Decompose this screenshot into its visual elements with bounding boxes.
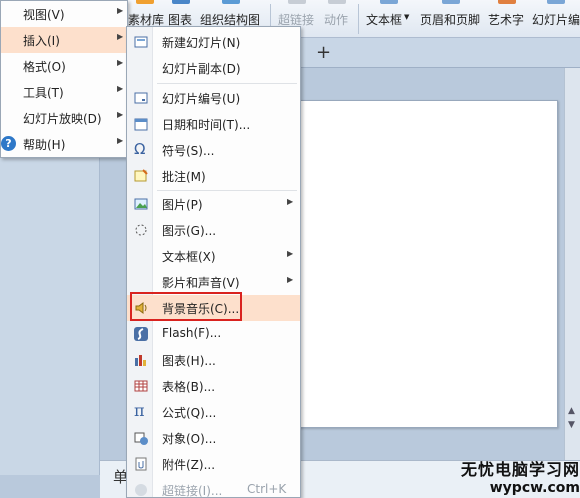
menu-item-attachment[interactable]: 附件(Z)... (127, 451, 300, 477)
wordart-icon (498, 0, 516, 4)
menu-item-table[interactable]: 表格(B)... (127, 373, 300, 399)
watermark: 无忧电脑学习网 wypcw.com (434, 456, 580, 498)
menu-item-slideshow[interactable]: 幻灯片放映(D) ▶ (1, 105, 127, 131)
slide-number-icon (134, 92, 148, 104)
header-footer-button[interactable]: 页眉和页脚 (420, 0, 482, 38)
menu-item-tools[interactable]: 工具(T) ▶ (1, 79, 127, 105)
submenu-arrow-icon: ▶ (287, 275, 294, 284)
omega-icon: Ω (134, 140, 146, 158)
submenu-arrow-icon: ▶ (117, 110, 124, 119)
submenu-arrow-icon: ▶ (287, 197, 294, 206)
slide-number-button[interactable]: 幻灯片编 (532, 0, 580, 38)
new-tab-button[interactable]: + (316, 42, 331, 63)
submenu-arrow-icon: ▶ (117, 58, 124, 67)
menu-item-flash[interactable]: Flash(F)... (127, 321, 300, 347)
action-icon (328, 0, 346, 4)
comment-icon (134, 169, 148, 182)
org-chart-icon (222, 0, 240, 4)
object-icon (134, 432, 148, 445)
attachment-icon (135, 457, 147, 471)
submenu-arrow-icon: ▶ (117, 84, 124, 93)
flash-icon (134, 327, 148, 341)
menu-item-duplicate-slide[interactable]: 幻灯片副本(D) (127, 55, 300, 81)
star-icon (136, 0, 154, 4)
header-footer-icon (442, 0, 460, 4)
menu-item-comment[interactable]: 批注(M) (127, 163, 300, 189)
menu-item-formula[interactable]: π 公式(Q)... (127, 399, 300, 425)
slide-number-icon (547, 0, 565, 4)
watermark-title: 无忧电脑学习网 (460, 460, 580, 479)
submenu-arrow-icon: ▶ (287, 249, 294, 258)
help-icon: ? (1, 136, 16, 151)
menu-item-picture[interactable]: 图片(P) ▶ (127, 191, 300, 217)
action-button[interactable]: 动作 (324, 0, 350, 38)
menu-item-chart[interactable]: 图表(H)... (127, 347, 300, 373)
submenu-arrow-icon: ▶ (117, 136, 124, 145)
menu-item-diagram[interactable]: 图示(G)... (127, 217, 300, 243)
table-icon (134, 380, 148, 392)
chart-icon (172, 0, 190, 4)
menu-item-date-time[interactable]: 日期和时间(T)... (127, 111, 300, 137)
menu-separator (157, 83, 297, 84)
hyperlink-icon (135, 484, 147, 496)
highlight-callout-box (130, 292, 242, 321)
slide-canvas[interactable] (258, 100, 558, 428)
new-slide-icon (134, 36, 148, 48)
menu-item-textbox[interactable]: 文本框(X) ▶ (127, 243, 300, 269)
diagram-icon (135, 224, 147, 236)
menu-item-slide-number[interactable]: 幻灯片编号(U) (127, 85, 300, 111)
menu-item-insert[interactable]: 插入(I) ▶ (1, 27, 127, 53)
menu-item-help[interactable]: ? 帮助(H) ▶ (1, 131, 127, 157)
textbox-icon (380, 0, 398, 4)
submenu-arrow-icon: ▶ (117, 32, 124, 41)
menu-item-format[interactable]: 格式(O) ▶ (1, 53, 127, 79)
submenu-arrow-icon: ▶ (117, 6, 124, 15)
hyperlink-icon (288, 0, 306, 4)
vertical-scrollbar[interactable]: ▲ ▼ (564, 68, 580, 460)
menu-item-symbol[interactable]: Ω 符号(S)... (127, 137, 300, 163)
chart-icon (135, 355, 146, 366)
scroll-down-icon[interactable]: ▼ (568, 420, 575, 430)
scroll-up-icon[interactable]: ▲ (568, 406, 575, 416)
menu-item-object[interactable]: 对象(O)... (127, 425, 300, 451)
wordart-button[interactable]: 艺术字 (488, 0, 526, 38)
ribbon-divider (358, 4, 359, 34)
menu-item-new-slide[interactable]: 新建幻灯片(N) (127, 29, 300, 55)
main-menu: 视图(V) ▶ 插入(I) ▶ 格式(O) ▶ 工具(T) ▶ 幻灯片放映(D)… (0, 0, 128, 158)
menu-item-hyperlink[interactable]: 超链接(I)... Ctrl+K (127, 477, 300, 498)
watermark-url: wypcw.com (489, 480, 580, 496)
picture-icon (134, 198, 148, 210)
calendar-icon (134, 118, 148, 131)
textbox-button[interactable]: 文本框 ▼ (366, 0, 412, 38)
pi-icon: π (134, 401, 145, 420)
document-tab-bar (300, 38, 580, 68)
chevron-down-icon: ▼ (404, 13, 410, 21)
insert-submenu: 新建幻灯片(N) 幻灯片副本(D) 幻灯片编号(U) 日期和时间(T)... Ω… (126, 26, 301, 498)
slide-thumbnail-panel[interactable] (0, 155, 100, 475)
menu-item-view[interactable]: 视图(V) ▶ (1, 1, 127, 27)
